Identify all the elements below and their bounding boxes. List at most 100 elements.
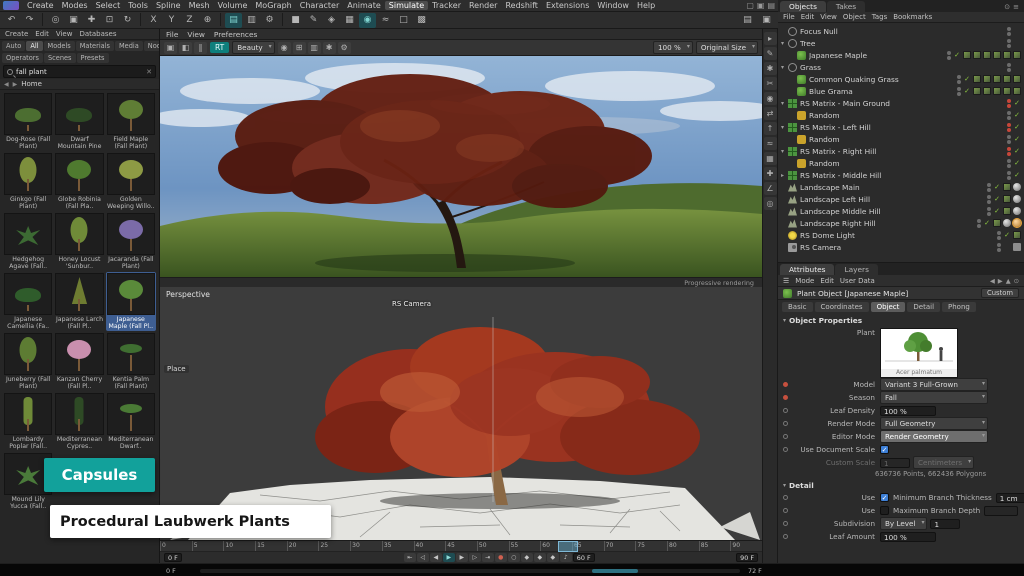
custom-button[interactable]: Custom — [981, 288, 1019, 298]
protection-tag-icon[interactable] — [1013, 243, 1021, 251]
plant-item[interactable]: Dwarf Mountain Pine (F.. — [54, 92, 104, 151]
selected-tag-icon[interactable] — [1013, 219, 1021, 227]
texture-tag-icon[interactable] — [973, 51, 981, 59]
sound-button[interactable]: ♪ — [560, 553, 572, 562]
category-tab-scenes[interactable]: Scenes — [44, 53, 76, 63]
enable-toggle[interactable]: ✓ — [1013, 99, 1021, 107]
filter-icon[interactable]: ≡ — [1013, 3, 1019, 11]
min-branch-field[interactable]: 1 cm — [996, 493, 1024, 503]
tab-objects[interactable]: Objects — [780, 1, 826, 12]
plant-item[interactable]: Japanese Larch (Fall Pl.. — [54, 272, 104, 331]
range-end-field[interactable]: 90 F — [736, 553, 758, 562]
rt-toggle-button[interactable]: RT — [210, 42, 229, 53]
size-dropdown[interactable]: Original Size — [696, 41, 758, 54]
search-input[interactable]: fall plant ✕ — [3, 65, 156, 78]
ab-compare-icon[interactable]: ◧ — [179, 42, 192, 54]
key-dot[interactable] — [783, 508, 788, 513]
user-data-menu[interactable]: User Data — [840, 277, 875, 285]
phong-tag-icon[interactable] — [1013, 183, 1021, 191]
plant-item[interactable]: Dog-Rose (Fall Plant) — [3, 92, 53, 151]
perspective-viewport[interactable]: Perspective RS Camera Place — [160, 287, 762, 540]
preview-end-label[interactable]: 72 F — [748, 567, 762, 575]
mode-menu[interactable]: Mode — [795, 277, 814, 285]
search-icon[interactable]: ⊙ — [1014, 277, 1019, 285]
visibility-dots[interactable] — [957, 75, 961, 84]
tab-attributes[interactable]: Attributes — [780, 264, 834, 275]
plant-item[interactable]: Honey Locust 'Sunbur.. — [54, 212, 104, 271]
visibility-dots[interactable] — [997, 243, 1001, 252]
plant-preview[interactable]: Acer palmatum — [880, 328, 958, 378]
visibility-dots[interactable] — [987, 207, 991, 216]
editor-mode-dropdown[interactable]: Render Geometry — [880, 430, 988, 443]
visibility-dots[interactable] — [987, 183, 991, 192]
menu-item-simulate[interactable]: Simulate — [385, 1, 428, 10]
texture-tag-icon[interactable] — [993, 51, 1001, 59]
workplane-tool-icon[interactable]: ▦ — [764, 152, 777, 165]
object-row[interactable]: Landscape Middle Hill✓ — [778, 205, 1024, 217]
preview-start-label[interactable]: 0 F — [166, 567, 176, 575]
timeline-tick[interactable]: 30 — [350, 541, 382, 551]
menu-item-modes[interactable]: Modes — [58, 1, 92, 10]
texture-tag-icon[interactable] — [1013, 231, 1021, 239]
phong-tag-icon[interactable] — [1003, 219, 1011, 227]
tab-takes[interactable]: Takes — [827, 1, 865, 12]
om-menu-view[interactable]: View — [820, 13, 837, 21]
camera-icon[interactable]: □ — [395, 13, 412, 28]
object-row[interactable]: ▸RS Matrix - Middle Hill✓ — [778, 169, 1024, 181]
timeline-tick[interactable]: 35 — [382, 541, 414, 551]
menu-item-select[interactable]: Select — [92, 1, 125, 10]
display-icon[interactable]: ▩ — [413, 13, 430, 28]
enable-toggle[interactable]: ✓ — [993, 195, 1001, 203]
plant-item[interactable]: Mediterranean Dwarf.. — [106, 392, 156, 451]
om-menu-tags[interactable]: Tags — [872, 13, 888, 21]
spline-pen-icon[interactable]: ✎ — [305, 13, 322, 28]
expand-arrow-icon[interactable]: ▾ — [781, 100, 788, 107]
axis-tool-icon[interactable]: ✚ — [764, 167, 777, 180]
prev-key-button[interactable]: ◁ — [417, 553, 429, 562]
attr-tab-coordinates[interactable]: Coordinates — [815, 302, 869, 312]
object-row[interactable]: Landscape Right Hill✓ — [778, 217, 1024, 229]
texture-tag-icon[interactable] — [1003, 87, 1011, 95]
visibility-dots[interactable] — [1007, 111, 1011, 120]
visibility-dots[interactable] — [1007, 171, 1011, 180]
visibility-dots[interactable] — [1007, 147, 1011, 156]
object-row[interactable]: Random✓ — [778, 109, 1024, 121]
interface-icon[interactable]: ▣ — [758, 13, 775, 28]
visibility-dots[interactable] — [1007, 135, 1011, 144]
layout-icon[interactable]: ▤ — [767, 1, 775, 10]
render-view-menu-preferences[interactable]: Preferences — [214, 30, 257, 39]
menu-item-tools[interactable]: Tools — [124, 1, 152, 10]
subdivision-dropdown[interactable]: By Level — [880, 517, 927, 530]
visibility-dots[interactable] — [957, 87, 961, 96]
subdivision-level-field[interactable]: 1 — [930, 519, 960, 529]
visibility-dots[interactable] — [1007, 63, 1011, 72]
rotate-icon[interactable]: ↻ — [119, 13, 136, 28]
leaf-density-field[interactable]: 100 % — [880, 406, 936, 416]
season-dropdown[interactable]: Fall — [880, 391, 988, 404]
move-icon[interactable]: ✚ — [83, 13, 100, 28]
key-dot[interactable] — [783, 521, 788, 526]
object-row[interactable]: Japanese Maple✓ — [778, 49, 1024, 61]
filter-tab-models[interactable]: Models — [44, 41, 75, 51]
visibility-dots[interactable] — [1007, 27, 1011, 36]
object-row[interactable]: ▾RS Matrix - Main Ground✓ — [778, 97, 1024, 109]
object-row[interactable]: ▾RS Matrix - Right Hill✓ — [778, 145, 1024, 157]
om-menu-bookmarks[interactable]: Bookmarks — [893, 13, 932, 21]
object-row[interactable]: Focus Null — [778, 25, 1024, 37]
up-arrow-icon[interactable]: ▲ — [1006, 277, 1011, 285]
enable-toggle[interactable]: ✓ — [993, 207, 1001, 215]
visibility-dots[interactable] — [997, 231, 1001, 240]
simulation-icon[interactable]: ≈ — [377, 13, 394, 28]
undo-icon[interactable]: ↶ — [3, 13, 20, 28]
timeline-tick[interactable]: 25 — [318, 541, 350, 551]
key-dot[interactable] — [783, 447, 788, 452]
timeline-tick[interactable]: 40 — [414, 541, 446, 551]
field-icon[interactable]: ◉ — [359, 13, 376, 28]
extrude-tool-icon[interactable]: ↑ — [764, 122, 777, 135]
snap-tool-icon[interactable]: ◎ — [764, 197, 777, 210]
object-row[interactable]: Common Quaking Grass✓ — [778, 73, 1024, 85]
timeline-tick[interactable]: 70 — [604, 541, 636, 551]
goto-start-button[interactable]: ⇤ — [404, 553, 416, 562]
measure-tool-icon[interactable]: ∠ — [764, 182, 777, 195]
enable-toggle[interactable]: ✓ — [1013, 123, 1021, 131]
